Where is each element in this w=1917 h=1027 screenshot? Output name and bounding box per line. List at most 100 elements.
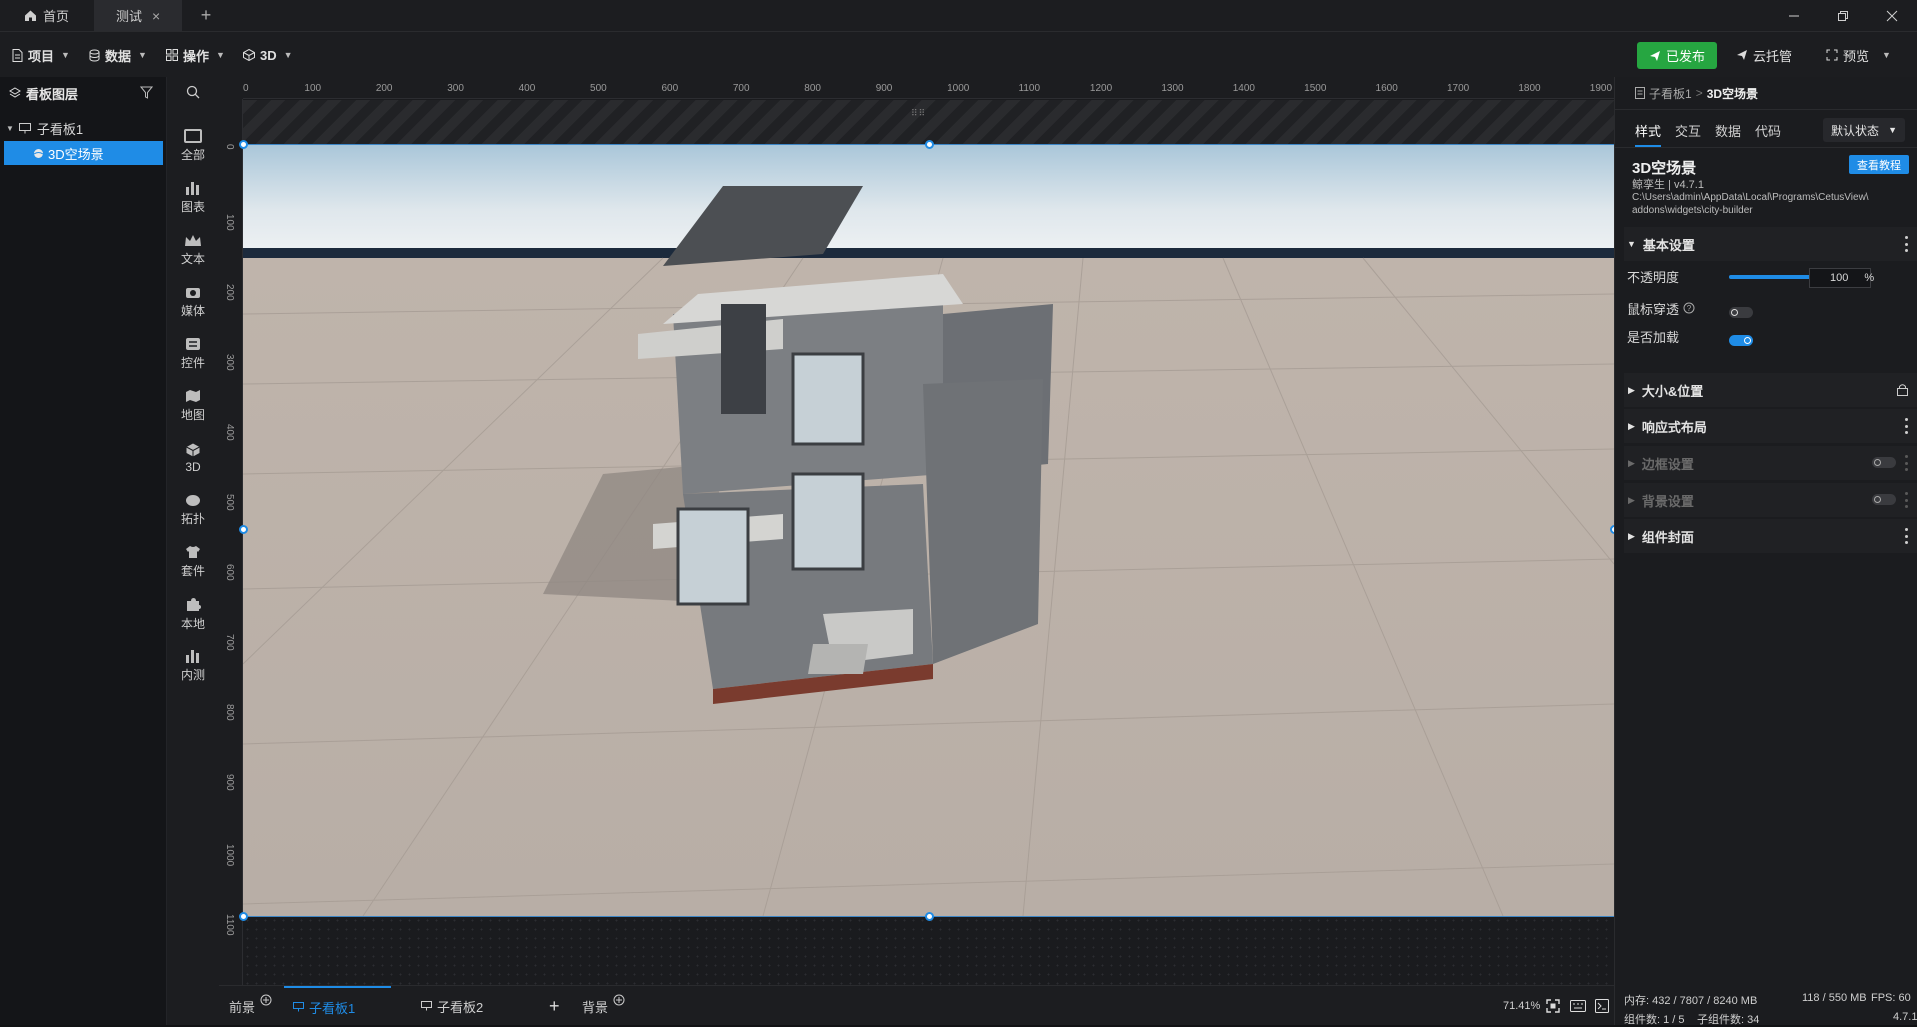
tab-interaction[interactable]: 交互: [1675, 121, 1701, 147]
component-local[interactable]: 本地: [167, 592, 219, 636]
ruler-left-tick: 300: [224, 354, 235, 371]
state-select-value: 默认状态: [1831, 123, 1880, 138]
menu-operation[interactable]: 操作 ▼: [166, 44, 225, 66]
more-icon[interactable]: [1904, 455, 1908, 471]
tree-item-subboard[interactable]: ▼ 子看板1: [0, 116, 167, 140]
tab-code[interactable]: 代码: [1755, 121, 1781, 147]
section-responsive-layout[interactable]: ▶ 响应式布局: [1624, 409, 1917, 443]
tutorial-button[interactable]: 查看教程: [1849, 155, 1909, 174]
ruler-left-tick: 1000: [224, 844, 235, 867]
tree-item-3d-scene[interactable]: 3D空场景: [4, 141, 163, 165]
resize-handle[interactable]: [925, 912, 934, 921]
divider: [1615, 109, 1917, 110]
breadcrumb-current: 3D空场景: [1706, 86, 1759, 101]
tab-style[interactable]: 样式: [1635, 121, 1662, 147]
component-text[interactable]: 文本: [167, 228, 219, 272]
breadcrumb-parent[interactable]: 子看板1: [1649, 85, 1692, 102]
component-3d[interactable]: 3D: [167, 436, 219, 480]
layers-panel: 看板图层 ▼ 子看板1 3D空场景: [0, 77, 167, 1025]
canvas-top-margin: ⠿⠿: [243, 100, 1614, 144]
section-basic-settings[interactable]: ▼ 基本设置: [1624, 227, 1917, 261]
state-select[interactable]: 默认状态 ▼: [1823, 118, 1905, 142]
border-toggle[interactable]: [1872, 457, 1896, 468]
menu-3d-label: 3D: [260, 47, 277, 63]
publish-button[interactable]: 已发布: [1637, 42, 1717, 69]
layer-tab-foreground[interactable]: 前景: [229, 986, 272, 1026]
ruler-top-tick: 600: [661, 83, 679, 94]
window-close-icon[interactable]: [1882, 6, 1902, 26]
cube-icon: [186, 443, 200, 457]
load-toggle[interactable]: [1729, 335, 1753, 346]
background-toggle[interactable]: [1872, 494, 1896, 505]
component-search-icon[interactable]: [167, 77, 219, 107]
new-tab-button[interactable]: +: [196, 0, 216, 31]
chevron-down-icon: ▼: [61, 50, 70, 60]
ruler-left-tick: 400: [224, 424, 235, 441]
add-circle-icon[interactable]: [613, 994, 625, 1006]
caret-down-icon[interactable]: ▼: [6, 124, 14, 133]
component-label: 媒体: [180, 304, 205, 318]
filter-icon[interactable]: [140, 86, 153, 99]
component-control[interactable]: 控件: [167, 332, 219, 376]
puzzle-icon: [186, 597, 201, 612]
keyboard-icon[interactable]: [1570, 986, 1586, 1026]
add-board-button[interactable]: +: [549, 986, 560, 1026]
lock-icon[interactable]: [1897, 383, 1908, 396]
layer-tab-background[interactable]: 背景: [582, 986, 625, 1026]
load-label: 是否加载: [1627, 329, 1680, 345]
opacity-input[interactable]: 100 %: [1809, 268, 1874, 288]
section-background-settings[interactable]: ▶ 背景设置: [1624, 483, 1917, 517]
section-border-settings[interactable]: ▶ 边框设置: [1624, 446, 1917, 480]
tab-test[interactable]: 测试 ×: [94, 0, 182, 31]
more-icon[interactable]: [1904, 492, 1908, 508]
restore-icon[interactable]: [1833, 6, 1853, 26]
preview-button[interactable]: 预览 ▼: [1826, 44, 1891, 66]
component-label: 3D: [185, 459, 201, 474]
tab-home[interactable]: 首页: [14, 0, 94, 31]
minimize-icon[interactable]: [1784, 6, 1804, 26]
menu-3d[interactable]: 3D ▼: [243, 44, 293, 66]
component-media[interactable]: 媒体: [167, 280, 219, 324]
ruler-top-tick: 400: [518, 83, 536, 94]
resize-handle[interactable]: [239, 140, 248, 149]
more-icon[interactable]: [1904, 528, 1908, 544]
fps-status: FPS: 60: [1871, 992, 1911, 1004]
fit-screen-icon[interactable]: [1546, 986, 1560, 1026]
component-chart[interactable]: 图表: [167, 176, 219, 220]
widget-title: 3D空场景: [1632, 160, 1697, 177]
resize-handle[interactable]: [239, 912, 248, 921]
3d-scene-viewport[interactable]: [243, 144, 1614, 916]
add-circle-icon[interactable]: [260, 994, 272, 1006]
component-all[interactable]: 全部: [167, 124, 219, 168]
resize-handle[interactable]: [925, 140, 934, 149]
help-icon[interactable]: ?: [1683, 302, 1695, 314]
ruler-top-tick: 1000: [947, 83, 970, 94]
component-map[interactable]: 地图: [167, 384, 219, 428]
more-icon[interactable]: [1904, 418, 1908, 434]
menu-project[interactable]: 项目 ▼: [12, 44, 70, 66]
cloud-hosting-button[interactable]: 云托管: [1736, 44, 1792, 66]
tab-data[interactable]: 数据: [1715, 121, 1741, 147]
component-kit[interactable]: 套件: [167, 540, 219, 584]
terminal-icon[interactable]: [1595, 986, 1609, 1026]
layer-tab-subboard1[interactable]: 子看板1: [284, 986, 391, 1026]
drag-grip-icon[interactable]: ⠿⠿: [911, 108, 926, 119]
section-size-position[interactable]: ▶ 大小&位置: [1624, 373, 1917, 407]
component-label: 图表: [180, 200, 205, 214]
widget-path: C:\Users\admin\AppData\Local\Programs\Ce…: [1632, 192, 1869, 203]
resize-handle[interactable]: [239, 525, 248, 534]
layer-tab-subboard2[interactable]: 子看板2: [421, 986, 483, 1026]
section-component-cover[interactable]: ▶ 组件封面: [1624, 519, 1917, 553]
component-beta[interactable]: 内测: [167, 644, 219, 688]
menu-data[interactable]: 数据 ▼: [89, 44, 147, 66]
close-icon[interactable]: ×: [152, 8, 160, 24]
zoom-level[interactable]: 71.41%: [1503, 986, 1540, 1026]
component-topology[interactable]: 拓扑: [167, 488, 219, 532]
mouse-through-toggle[interactable]: [1729, 307, 1753, 318]
layer-tab-label: 背景: [582, 999, 609, 1015]
divider: [1615, 147, 1917, 148]
more-icon[interactable]: [1904, 236, 1908, 252]
ruler-top-tick: 1500: [1304, 83, 1327, 94]
topology-icon: [185, 494, 201, 507]
crown-icon: [184, 234, 202, 247]
